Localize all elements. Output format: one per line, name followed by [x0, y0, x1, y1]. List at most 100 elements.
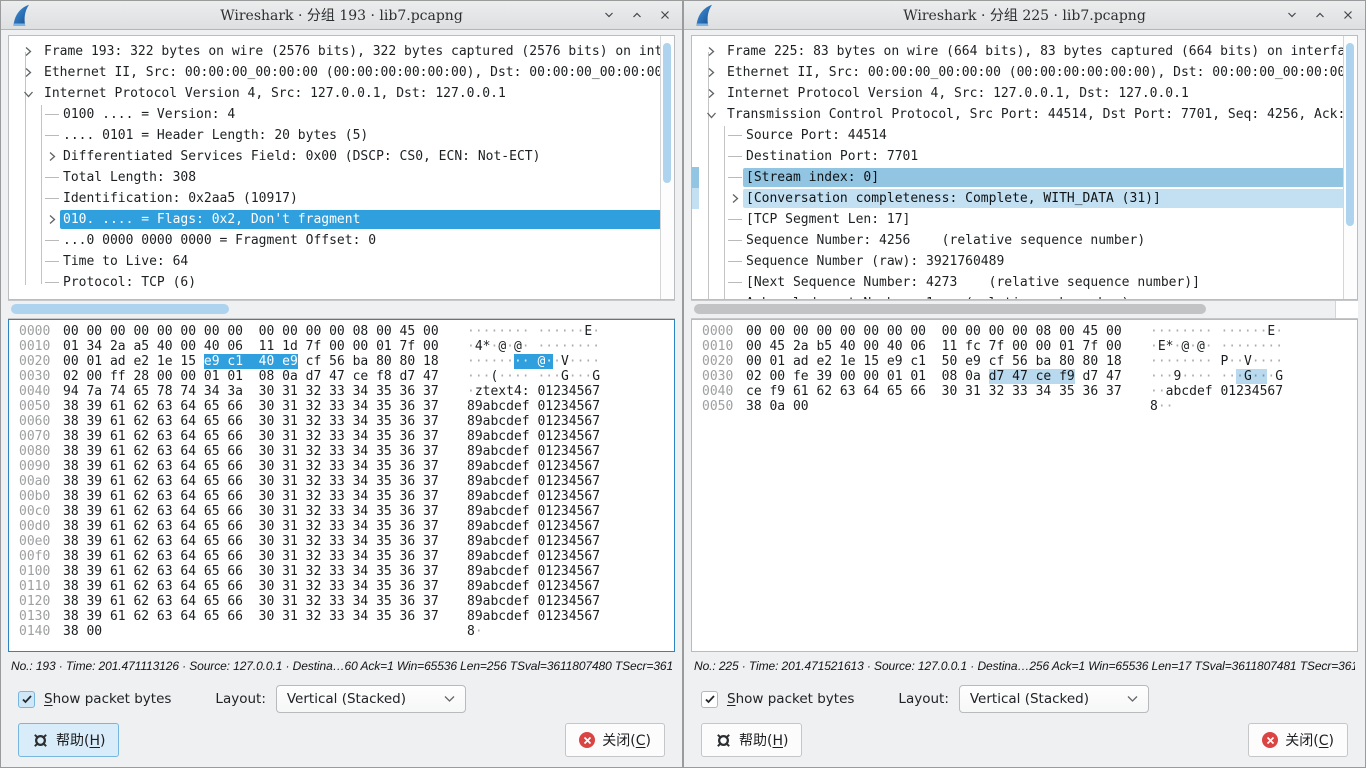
tree-row[interactable]: Frame 193: 322 bytes on wire (2576 bits)…	[9, 41, 661, 62]
expand-arrow-icon[interactable]	[43, 151, 60, 162]
packet-detail-tree[interactable]: Frame 193: 322 bytes on wire (2576 bits)…	[8, 35, 675, 300]
hex-row[interactable]: 00e038 39 61 62 63 64 65 66 30 31 32 33 …	[19, 534, 674, 549]
tree-row[interactable]: .... 0101 = Header Length: 20 bytes (5)	[9, 125, 661, 146]
hex-row[interactable]: 0040ce f9 61 62 63 64 65 66 30 31 32 33 …	[702, 384, 1357, 399]
minimize-chevron-down-icon[interactable]	[1285, 8, 1299, 22]
help-button[interactable]: 帮助(H)	[18, 723, 119, 757]
hex-row[interactable]: 00a038 39 61 62 63 64 65 66 30 31 32 33 …	[19, 474, 674, 489]
hex-row[interactable]: 007038 39 61 62 63 64 65 66 30 31 32 33 …	[19, 429, 674, 444]
hex-row[interactable]: 00b038 39 61 62 63 64 65 66 30 31 32 33 …	[19, 489, 674, 504]
tree-row[interactable]: Ethernet II, Src: 00:00:00_00:00:00 (00:…	[9, 62, 661, 83]
hex-row[interactable]: 00d038 39 61 62 63 64 65 66 30 31 32 33 …	[19, 519, 674, 534]
hex-row[interactable]: 00c038 39 61 62 63 64 65 66 30 31 32 33 …	[19, 504, 674, 519]
packet-bytes-pane[interactable]: 000000 00 00 00 00 00 00 00 00 00 00 00 …	[8, 319, 675, 652]
expand-arrow-icon[interactable]	[698, 88, 724, 99]
tree-row[interactable]: Acknowledgment Number: 1 (relative ack n…	[692, 293, 1344, 300]
hex-row[interactable]: 008038 39 61 62 63 64 65 66 30 31 32 33 …	[19, 444, 674, 459]
tree-horizontal-scrollbar[interactable]	[8, 300, 675, 319]
tree-row[interactable]: Transmission Control Protocol, Src Port:…	[692, 104, 1344, 125]
wireshark-packet-dialog: Wireshark · 分组 193 · lib7.pcapng Frame 1…	[0, 0, 683, 768]
expand-arrow-icon[interactable]	[43, 214, 60, 225]
tree-row[interactable]: Internet Protocol Version 4, Src: 127.0.…	[692, 83, 1344, 104]
scrollbar-thumb[interactable]	[694, 304, 1206, 314]
maximize-chevron-up-icon[interactable]	[630, 8, 644, 22]
collapse-arrow-icon[interactable]	[15, 89, 41, 99]
packet-detail-tree[interactable]: Frame 225: 83 bytes on wire (664 bits), …	[691, 35, 1358, 300]
tree-row[interactable]: 0100 .... = Version: 4	[9, 104, 661, 125]
close-button[interactable]: 关闭(C)	[565, 723, 665, 757]
show-packet-bytes-checkbox[interactable]	[701, 691, 718, 708]
hex-row[interactable]: 00f038 39 61 62 63 64 65 66 30 31 32 33 …	[19, 549, 674, 564]
scrollbar-thumb[interactable]	[11, 304, 229, 314]
hex-row[interactable]: 013038 39 61 62 63 64 65 66 30 31 32 33 …	[19, 609, 674, 624]
hex-row[interactable]: 011038 39 61 62 63 64 65 66 30 31 32 33 …	[19, 579, 674, 594]
hex-row[interactable]: 002000 01 ad e2 1e 15 e9 c1 40 e9 cf 56 …	[19, 354, 674, 369]
expand-arrow-icon[interactable]	[698, 67, 724, 78]
close-button[interactable]: 关闭(C)	[1248, 723, 1348, 757]
hex-row[interactable]: 005038 0a 008··	[702, 399, 1357, 414]
hex-row[interactable]: 012038 39 61 62 63 64 65 66 30 31 32 33 …	[19, 594, 674, 609]
tree-row[interactable]: [TCP Segment Len: 17]	[692, 209, 1344, 230]
show-packet-bytes-label[interactable]: Show packet bytes	[727, 691, 854, 707]
hex-row[interactable]: 014038 008·	[19, 624, 674, 639]
titlebar[interactable]: Wireshark · 分组 225 · lib7.pcapng	[684, 1, 1365, 30]
close-x-icon[interactable]	[1341, 8, 1355, 22]
layout-dropdown[interactable]: Vertical (Stacked)	[276, 685, 466, 713]
hex-row[interactable]: 009038 39 61 62 63 64 65 66 30 31 32 33 …	[19, 459, 674, 474]
hex-row[interactable]: 004094 7a 74 65 78 74 34 3a 30 31 32 33 …	[19, 384, 674, 399]
minimize-chevron-down-icon[interactable]	[602, 8, 616, 22]
tree-vertical-scrollbar[interactable]	[660, 36, 674, 299]
tree-row[interactable]: Ethernet II, Src: 00:00:00_00:00:00 (00:…	[692, 62, 1344, 83]
tree-row[interactable]: Protocol: TCP (6)	[9, 272, 661, 293]
tree-row[interactable]: Identification: 0x2aa5 (10917)	[9, 188, 661, 209]
show-packet-bytes-checkbox[interactable]	[18, 691, 35, 708]
hex-ascii: 89abcdef 01234567	[467, 474, 600, 489]
tree-row[interactable]: Destination Port: 7701	[692, 146, 1344, 167]
maximize-chevron-up-icon[interactable]	[1313, 8, 1327, 22]
hex-ascii: 89abcdef 01234567	[467, 489, 600, 504]
hex-row[interactable]: 010038 39 61 62 63 64 65 66 30 31 32 33 …	[19, 564, 674, 579]
hex-row[interactable]: 003002 00 ff 28 00 00 01 01 08 0a d7 47 …	[19, 369, 674, 384]
tree-row[interactable]: [Next Sequence Number: 4273 (relative se…	[692, 272, 1344, 293]
tree-row[interactable]: Internet Protocol Version 4, Src: 127.0.…	[9, 83, 661, 104]
layout-dropdown[interactable]: Vertical (Stacked)	[959, 685, 1149, 713]
tree-row[interactable]: Sequence Number (raw): 3921760489	[692, 251, 1344, 272]
lifebuoy-icon	[715, 732, 732, 749]
hex-row[interactable]: 003002 00 fe 39 00 00 01 01 08 0a d7 47 …	[702, 369, 1357, 384]
tree-row[interactable]: Total Length: 308	[9, 167, 661, 188]
expand-arrow-icon[interactable]	[726, 193, 743, 204]
close-x-icon[interactable]	[658, 8, 672, 22]
tree-row[interactable]: 010. .... = Flags: 0x2, Don't fragment	[9, 209, 661, 230]
tree-row[interactable]: [Conversation completeness: Complete, WI…	[692, 188, 1344, 209]
hex-row[interactable]: 000000 00 00 00 00 00 00 00 00 00 00 00 …	[19, 324, 674, 339]
expand-arrow-icon[interactable]	[15, 46, 41, 57]
expand-arrow-icon[interactable]	[698, 46, 724, 57]
scrollbar-thumb[interactable]	[1346, 43, 1354, 226]
tree-row[interactable]: Time to Live: 64	[9, 251, 661, 272]
tree-row[interactable]: [Stream index: 0]	[692, 167, 1344, 188]
packet-bytes-pane[interactable]: 000000 00 00 00 00 00 00 00 00 00 00 00 …	[691, 319, 1358, 652]
expand-arrow-icon[interactable]	[15, 67, 41, 78]
hex-bytes: 38 39 61 62 63 64 65 66 30 31 32 33 34 3…	[63, 429, 441, 444]
tree-horizontal-scrollbar[interactable]	[691, 300, 1358, 319]
hex-row[interactable]: 001000 45 2a b5 40 00 40 06 11 fc 7f 00 …	[702, 339, 1357, 354]
hex-offset: 0070	[19, 429, 63, 444]
hex-bytes: 38 00	[63, 624, 441, 639]
tree-row[interactable]: Source Port: 44514	[692, 125, 1344, 146]
show-packet-bytes-label[interactable]: Show packet bytes	[44, 691, 171, 707]
hex-row[interactable]: 001001 34 2a a5 40 00 40 06 11 1d 7f 00 …	[19, 339, 674, 354]
hex-row[interactable]: 006038 39 61 62 63 64 65 66 30 31 32 33 …	[19, 414, 674, 429]
tree-vertical-scrollbar[interactable]	[1343, 36, 1357, 299]
collapse-arrow-icon[interactable]	[698, 110, 724, 120]
scrollbar-thumb[interactable]	[663, 43, 671, 183]
tree-row[interactable]: ...0 0000 0000 0000 = Fragment Offset: 0	[9, 230, 661, 251]
tree-row[interactable]: Differentiated Services Field: 0x00 (DSC…	[9, 146, 661, 167]
hex-offset: 0040	[702, 384, 746, 399]
tree-row[interactable]: Frame 225: 83 bytes on wire (664 bits), …	[692, 41, 1344, 62]
hex-row[interactable]: 000000 00 00 00 00 00 00 00 00 00 00 00 …	[702, 324, 1357, 339]
hex-row[interactable]: 002000 01 ad e2 1e 15 e9 c1 50 e9 cf 56 …	[702, 354, 1357, 369]
help-button[interactable]: 帮助(H)	[701, 723, 802, 757]
titlebar[interactable]: Wireshark · 分组 193 · lib7.pcapng	[1, 1, 682, 30]
tree-row[interactable]: Sequence Number: 4256 (relative sequence…	[692, 230, 1344, 251]
hex-row[interactable]: 005038 39 61 62 63 64 65 66 30 31 32 33 …	[19, 399, 674, 414]
